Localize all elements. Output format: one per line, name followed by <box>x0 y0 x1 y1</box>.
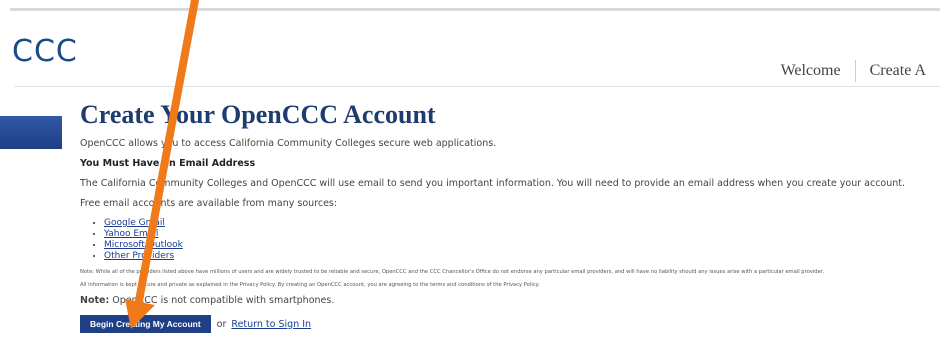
privacy-notice: All information is kept secure and priva… <box>80 282 540 288</box>
email-required-heading: You Must Have an Email Address <box>80 158 256 169</box>
list-item: Other Providers <box>104 251 930 261</box>
action-row: Begin Creating My Account or Return to S… <box>80 315 930 333</box>
nav-divider <box>14 86 940 87</box>
main-content: Create Your OpenCCC Account OpenCCC allo… <box>80 100 930 333</box>
email-info-text: The California Community Colleges and Op… <box>80 178 906 189</box>
free-email-text: Free email accounts are available from m… <box>80 198 338 209</box>
intro-text: OpenCCC allows you to access California … <box>80 138 497 149</box>
top-divider <box>10 8 940 11</box>
page-title: Create Your OpenCCC Account <box>80 100 436 129</box>
list-item: Microsoft Outlook <box>104 240 930 250</box>
or-text: or <box>216 318 227 330</box>
top-nav: Welcome Create A <box>767 60 940 82</box>
list-item: Yahoo Email <box>104 229 930 239</box>
return-sign-in-link[interactable]: Return to Sign In <box>231 319 311 330</box>
list-item: Google Gmail <box>104 218 930 228</box>
note-text: OpenCCC is not compatible with smartphon… <box>112 295 335 306</box>
side-decor-block <box>0 116 62 149</box>
provider-link-gmail[interactable]: Google Gmail <box>104 218 165 228</box>
provider-link-yahoo[interactable]: Yahoo Email <box>104 229 158 239</box>
smartphone-note: Note: OpenCCC is not compatible with sma… <box>80 295 930 306</box>
brand-logo[interactable]: CCC <box>12 34 78 69</box>
provider-link-outlook[interactable]: Microsoft Outlook <box>104 240 183 250</box>
note-label: Note: <box>80 295 110 306</box>
provider-link-other[interactable]: Other Providers <box>104 251 174 261</box>
nav-create-account[interactable]: Create A <box>856 62 940 82</box>
begin-account-button[interactable]: Begin Creating My Account <box>80 315 211 333</box>
provider-list: Google Gmail Yahoo Email Microsoft Outlo… <box>80 218 930 261</box>
provider-disclaimer: Note: While all of the providers listed … <box>80 269 825 275</box>
nav-welcome[interactable]: Welcome <box>767 62 855 82</box>
top-bar <box>0 0 940 8</box>
